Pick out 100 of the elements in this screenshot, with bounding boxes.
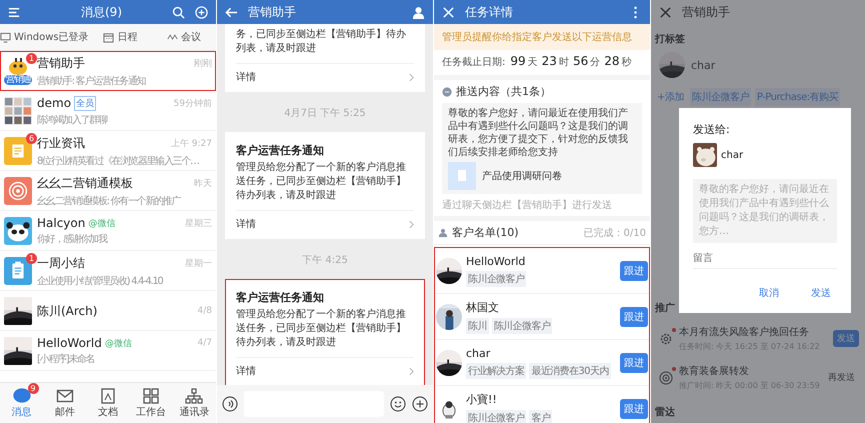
message-preview: 尊敬的客户您好，请问最近在使用我们产品中有遇到些什么问题吗？这是我们的调研表，您方…	[693, 179, 837, 243]
notice-banner: 管理员提醒你给指定客户发送以下运营信息	[434, 24, 650, 50]
dialog-button[interactable]: 取消	[753, 285, 785, 301]
conversation-time: 星期三	[185, 218, 212, 230]
countdown-value: 28	[604, 54, 620, 68]
contact-name: char	[691, 58, 716, 72]
customer-name: char	[466, 346, 492, 360]
recipient-name: char	[721, 150, 744, 160]
chevron-icon	[409, 220, 414, 228]
chevron-icon	[409, 366, 414, 376]
details-link[interactable]: 详情	[236, 210, 414, 238]
contact-tag: @微信	[104, 336, 132, 350]
conversation-item[interactable]: 陈川(Arch) 4/8	[0, 291, 216, 331]
target-icon	[659, 370, 673, 384]
contact-tag: @微信	[88, 216, 116, 230]
countdown-value: 56	[572, 54, 588, 68]
countdown-unit: 时	[558, 56, 569, 69]
person-icon[interactable]	[412, 6, 425, 18]
emoji-icon[interactable]	[390, 396, 406, 412]
details-link[interactable]: 详情	[236, 63, 414, 91]
unread-badge: 6	[26, 133, 37, 144]
back-arrow-icon[interactable]	[225, 6, 238, 18]
shortcut-button[interactable]: Windows已登录	[0, 30, 89, 44]
countdown-unit: 秒	[622, 56, 632, 69]
conversation-time: 4/8	[198, 306, 212, 316]
card-message: 管理员给您分配了一个新的客户消息推送任务，已同步至侧边栏【营销助手】待办列表，请及时跟进	[236, 161, 407, 203]
follow-up-button[interactable]: 跟进	[620, 398, 648, 418]
message-preview: [小程序]未命名	[37, 352, 96, 366]
customer-tag: 陈川企微客户	[466, 270, 526, 286]
panda-icon	[4, 217, 32, 245]
screen-title: 营销助手	[248, 4, 297, 20]
nav-tab[interactable]: 邮件	[43, 383, 86, 423]
task-title: 教育装备展转发	[679, 364, 750, 378]
shortcut-button[interactable]: 日程	[88, 30, 152, 44]
message-preview: 幺幺二营销通模板: 你有一个新的推广	[37, 194, 182, 208]
gear-icon	[659, 332, 673, 346]
attachment-name[interactable]: 产品使用调研问卷	[482, 169, 562, 183]
screen-title: 消息(9)	[80, 4, 123, 20]
document-icon	[448, 162, 476, 190]
nav-tab[interactable]: 通讯录	[172, 383, 216, 423]
conversation-item[interactable]: demo 全员 59分钟前 陈鸿竭加入了群聊	[0, 91, 216, 131]
search-icon[interactable]	[172, 6, 185, 18]
conversation-time: 4/7	[198, 338, 212, 348]
nav-tab[interactable]: 文档	[86, 383, 130, 423]
unread-badge: 1	[26, 253, 37, 264]
conversation-time: 59分钟前	[174, 98, 212, 110]
conversation-name: 营销助手	[37, 54, 85, 72]
chevron-icon	[409, 72, 414, 82]
screen-title: 营销助手	[682, 4, 730, 20]
calendar-icon	[103, 32, 114, 42]
nav-tab[interactable]: 9 消息	[0, 383, 44, 423]
group-avatar-icon	[4, 97, 32, 125]
customer-name: HelloWorld	[466, 254, 526, 268]
send-button[interactable]: 再发送	[824, 369, 859, 386]
conversation-item[interactable]: Halcyon @微信 星期三 你好，感谢你加我	[0, 211, 216, 251]
card-message: 务，已同步至侧边栏【营销助手】待办列表，请及时跟进	[236, 28, 407, 56]
dialog-title: 发送给:	[693, 122, 731, 137]
menu-icon[interactable]	[8, 6, 21, 18]
grid-icon	[142, 388, 160, 404]
deadline-label: 任务截止日期:	[442, 56, 506, 69]
conversation-time: 昨天	[194, 178, 212, 190]
section-title: 推送内容（共1条）	[456, 84, 551, 99]
follow-up-button[interactable]: 跟进	[620, 352, 648, 372]
card-title: 客户运营任务通知	[236, 290, 325, 305]
conversation-item[interactable]: 6 行业资讯 上午 9:27 8位行业精英看过《在浏览器里输入三个…	[0, 131, 216, 171]
conversation-time: 刚刚	[194, 58, 212, 70]
countdown-value: 99	[510, 54, 526, 68]
conversation-item[interactable]: HelloWorld @微信 4/7 [小程序]未命名	[0, 331, 216, 371]
nav-tab[interactable]: 工作台	[130, 383, 173, 423]
timestamp: 下午 4:25	[302, 254, 348, 267]
conversation-name: 陈川(Arch)	[37, 302, 98, 320]
conversation-name: 一周小结	[37, 254, 85, 272]
conversation-item[interactable]: 幺幺二营销通模板 昨天 幺幺二营销通模板: 你有一个新的推广	[0, 171, 216, 211]
message-preview: 陈鸿竭加入了群聊	[37, 114, 108, 126]
document-icon	[4, 137, 32, 165]
mail-icon	[56, 388, 74, 404]
person-icon	[438, 228, 448, 238]
screen-title: 任务详情	[465, 4, 514, 20]
customer-tag: 陈川企微客户	[492, 318, 552, 334]
shortcut-button[interactable]: 会议	[152, 30, 216, 44]
section-title: 推广	[654, 301, 676, 316]
conversation-name: HelloWorld	[37, 336, 102, 350]
dialog-button[interactable]: 发送	[805, 285, 837, 301]
monitor-icon	[0, 32, 11, 42]
progress-count: 已完成：0/10	[584, 226, 646, 240]
countdown-value: 23	[542, 54, 557, 68]
follow-up-button[interactable]: 跟进	[620, 260, 648, 280]
contact-tag: 全员	[74, 96, 96, 110]
target-icon	[4, 177, 32, 205]
section-title: 客户名单(10)	[452, 225, 519, 240]
close-icon[interactable]	[659, 6, 672, 18]
task-title: 本月有流失风险客户挽回任务	[679, 326, 810, 339]
voice-icon[interactable]	[222, 396, 238, 412]
clipboard-icon	[4, 257, 32, 285]
unread-badge: 9	[28, 382, 39, 394]
add-icon[interactable]	[412, 396, 428, 412]
message-preview: 营销助手: 客户运营任务通知	[37, 74, 146, 88]
send-hint: 通过聊天侧边栏【营销助手】进行发送	[442, 198, 613, 212]
follow-up-button[interactable]: 跟进	[620, 306, 648, 326]
conversation-name: Halcyon	[37, 216, 86, 230]
